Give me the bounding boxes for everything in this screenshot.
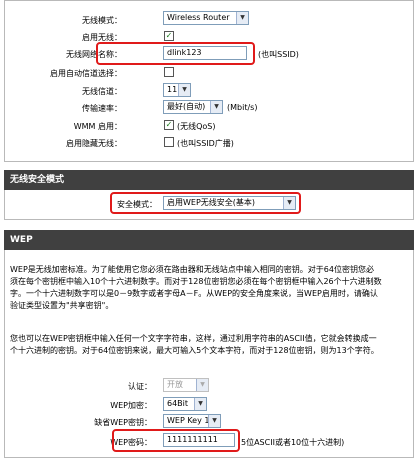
wep-encryption-label: WEP加密：: [110, 401, 152, 410]
hidden-wireless-label: 启用隐藏无线：: [66, 139, 122, 148]
auto-channel-checkbox[interactable]: [164, 67, 174, 77]
rate-label: 传输速率：: [82, 104, 122, 113]
enable-wireless-checkbox[interactable]: ✓: [164, 31, 174, 41]
channel-label: 无线信道：: [82, 87, 122, 96]
wep-desc-line: 须在每个密钥框中输入10个十六进制数字。而对于128位密钥您必须在每个密钥框中输…: [10, 277, 382, 286]
wep-header: WEP: [4, 230, 414, 250]
auto-channel-label: 启用自动信道选择：: [50, 69, 122, 78]
default-key-select[interactable]: WEP Key 1 ▼: [163, 414, 221, 428]
wireless-mode-value: Wireless Router: [167, 13, 230, 22]
chevron-down-icon: ▼: [236, 12, 248, 24]
security-mode-header: 无线安全模式: [4, 170, 414, 190]
chevron-down-icon: ▼: [210, 101, 222, 113]
wep-key-highlight: [112, 429, 240, 452]
rate-select[interactable]: 最好(自动) ▼: [163, 100, 223, 114]
rate-value: 最好(自动): [167, 102, 206, 111]
hidden-wireless-checkbox[interactable]: [164, 137, 174, 147]
security-mode-highlight: [110, 192, 301, 214]
wep-description: WEP是无线加密标准。为了能使用它您必须在路由器和无线站点中输入相同的密钥。对于…: [10, 264, 408, 312]
auth-label: 认证：: [128, 382, 152, 391]
wmm-label: WMM 启用：: [73, 122, 122, 131]
wep-encryption-value: 64Bit: [167, 399, 189, 408]
auth-select: 开放 ▼: [163, 378, 209, 392]
wireless-mode-select[interactable]: Wireless Router ▼: [163, 11, 249, 25]
wep-desc-line: 个十六进制的密钥。对于64位密钥来说，最大可输入5个文本字符，而对于128位密钥…: [10, 346, 379, 355]
wep-desc-line: 您也可以在WEP密钥框中输入任何一个文字字符串，这样，通过利用字符串的ASCII…: [10, 334, 377, 343]
rate-unit: (Mbit/s): [227, 103, 258, 112]
default-key-value: WEP Key 1: [167, 416, 210, 425]
wep-ascii-description: 您也可以在WEP密钥框中输入任何一个文字字符串，这样，通过利用字符串的ASCII…: [10, 333, 408, 357]
wep-desc-line: 验证类型设置为"共享密钥"。: [10, 301, 114, 310]
chevron-down-icon: ▼: [178, 84, 190, 96]
chevron-down-icon: ▼: [196, 379, 208, 391]
auth-value: 开放: [167, 380, 183, 389]
ssid-note: (也叫SSID): [258, 50, 299, 59]
channel-value: 11: [167, 85, 178, 94]
wep-key-note: 5位ASCII或者10位十六进制): [241, 438, 345, 447]
mode-label: 无线模式：: [82, 16, 122, 25]
chevron-down-icon: ▼: [208, 415, 220, 427]
wep-desc-line: WEP是无线加密标准。为了能使用它您必须在路由器和无线站点中输入相同的密钥。对于…: [10, 265, 374, 274]
ssid-highlight: [96, 42, 255, 65]
wmm-checkbox[interactable]: ✓: [164, 120, 174, 130]
default-key-label: 缺省WEP密钥：: [94, 418, 152, 427]
wep-desc-line: 字。一个十六进制数字可以是0－9数字或者字母A－F。从WEP的安全角度来说，当W…: [10, 289, 378, 298]
chevron-down-icon: ▼: [194, 398, 206, 410]
hidden-wireless-note: (也叫SSID广播): [177, 139, 234, 148]
wep-encryption-select[interactable]: 64Bit ▼: [163, 397, 207, 411]
channel-select[interactable]: 11 ▼: [163, 83, 191, 97]
wmm-note: (无线QoS): [177, 122, 216, 131]
